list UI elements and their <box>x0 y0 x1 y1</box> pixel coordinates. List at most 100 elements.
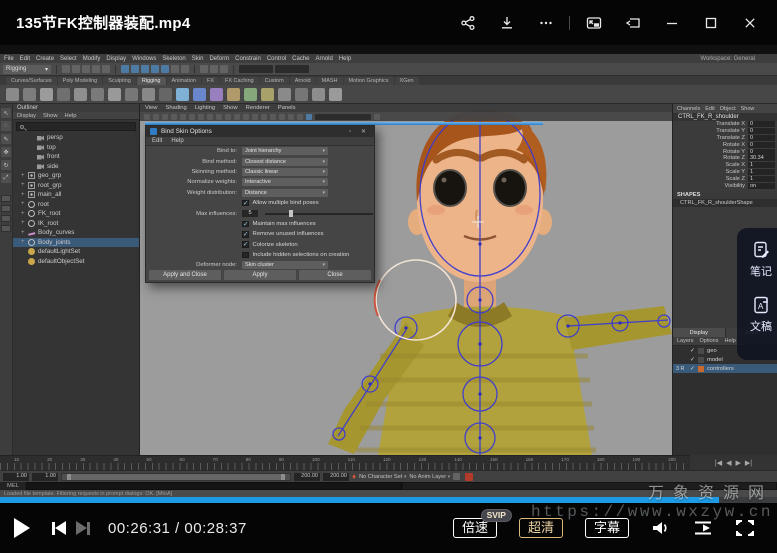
lasso-tool-icon: ◌ <box>1 121 11 131</box>
apply-and-close-button: Apply and Close <box>149 270 221 280</box>
shelf-icon <box>329 88 342 101</box>
layer-editor-menu-item: Help <box>724 338 735 344</box>
frame-tick-label: 20 <box>47 457 52 462</box>
channel-row: Rotate Z 30.34 <box>673 155 777 162</box>
dialog-menu-item: Edit <box>152 138 162 144</box>
shelf-icon <box>227 88 240 101</box>
viewport-icon <box>279 114 285 120</box>
node-type-icon <box>37 153 44 160</box>
slider-value-field: 5 <box>242 210 258 217</box>
playlist-icon[interactable] <box>693 519 713 537</box>
layer-color-swatch <box>698 366 704 372</box>
shelf-icon <box>74 88 87 101</box>
paint-select-tool-icon: ✎ <box>1 134 11 144</box>
frame-tick-label: 140 <box>454 457 462 462</box>
fullscreen-icon[interactable] <box>735 519 755 537</box>
shelf-icon <box>6 88 19 101</box>
rotate-tool-icon: ↻ <box>1 160 11 170</box>
maya-menu-item: Windows <box>132 56 156 62</box>
anim-start-field: 1.00 <box>3 473 29 481</box>
shelf-icon <box>176 88 189 101</box>
outliner-menus: DisplayShowHelp <box>13 112 139 120</box>
play-button[interactable] <box>14 518 30 538</box>
picture-in-picture-icon[interactable] <box>574 6 613 40</box>
minimize-icon[interactable] <box>652 6 691 40</box>
next-episode-button[interactable] <box>76 521 90 535</box>
download-icon[interactable] <box>487 6 526 40</box>
open-scene-icon <box>72 65 80 73</box>
volume-icon[interactable] <box>651 519 671 537</box>
maximize-icon[interactable] <box>691 6 730 40</box>
dialog-select-row: Weight distribution: Distance▾ <box>146 188 374 198</box>
mini-window-icon[interactable] <box>613 6 652 40</box>
more-options-icon[interactable] <box>526 6 565 40</box>
notes-button[interactable]: 笔记 <box>750 240 772 279</box>
side-tool-panel: 笔记 A 文稿 <box>737 228 777 360</box>
menu-set-dropdown: Rigging▾ <box>3 65 51 74</box>
viewport-icon-active <box>306 114 312 120</box>
viewport-icon <box>153 114 159 120</box>
dialog-select-rows: Bind to: Joint hierarchy▾ Bind method: C… <box>146 146 374 198</box>
layout-single-icon <box>1 195 11 202</box>
history-icon <box>171 65 179 73</box>
maya-menu-item: Cache <box>292 56 309 62</box>
transcript-button[interactable]: A 文稿 <box>750 295 772 334</box>
viewport-menu-item: Lighting <box>195 105 215 111</box>
maya-status-line: Rigging▾ <box>0 63 777 76</box>
outliner-menu-item: Show <box>43 113 58 119</box>
previous-episode-button[interactable] <box>52 521 66 535</box>
dialog-checkbox-row: Colorize skeleton <box>146 240 374 250</box>
shelf-icon <box>312 88 325 101</box>
shelf-tab: FX <box>202 77 219 85</box>
go-to-end-icon: ▶| <box>745 459 752 467</box>
viewport-icon <box>189 114 195 120</box>
outliner-menu-item: Help <box>65 113 77 119</box>
node-type-icon <box>37 134 44 141</box>
channel-box-menu-item: Object <box>720 106 736 112</box>
dialog-select-row: Skinning method: Classic linear▾ <box>146 167 374 177</box>
selected-object-name: CTRL_FK_R_shoulder <box>673 113 777 121</box>
node-type-icon <box>28 210 35 217</box>
viewport-icon <box>144 114 150 120</box>
maya-menu-item: Create <box>36 56 54 62</box>
close-icon[interactable] <box>730 6 769 40</box>
shelf-icon <box>125 88 138 101</box>
scale-tool-icon: ⤢ <box>1 173 11 183</box>
time-slider: 1020304050607080901001101201301401501601… <box>0 455 690 470</box>
quality-button[interactable]: 超清 <box>519 518 563 538</box>
shelf-icon <box>23 88 36 101</box>
maya-menu-item: Edit <box>20 56 30 62</box>
maya-menu-item: Display <box>106 56 126 62</box>
shelf-tabs: Curves/SurfacesPoly ModelingSculptingRig… <box>0 76 777 85</box>
save-scene-icon <box>82 65 90 73</box>
frame-tick-label: 60 <box>180 457 185 462</box>
playback-speed-button[interactable]: 倍速 SVIP <box>453 518 497 538</box>
play-forward-icon: ▶ <box>736 459 741 467</box>
outliner-item: top <box>13 143 139 153</box>
shelf-icon <box>142 88 155 101</box>
dialog-check-rows-top: Allow multiple bind poses <box>146 198 374 208</box>
frame-tick-label: 30 <box>80 457 85 462</box>
playback-end-field: 200.00 <box>294 473 320 481</box>
checkbox <box>242 241 249 248</box>
maya-menu-item: Skeleton <box>162 56 185 62</box>
ipr-render-icon <box>210 65 218 73</box>
subtitles-button[interactable]: 字幕 <box>585 518 629 538</box>
outliner-item: Body_curves <box>13 228 139 238</box>
outliner-panel: Outliner DisplayShowHelp persp <box>13 104 140 455</box>
shelf-tab: Arnold <box>290 77 316 85</box>
dialog-menubar: EditHelp <box>146 137 374 146</box>
video-frame[interactable]: FileEditCreateSelectModifyDisplayWindows… <box>0 45 777 497</box>
selection-field <box>239 65 273 73</box>
viewport-icon <box>261 114 267 120</box>
channel-row: Translate Z 0 <box>673 135 777 142</box>
channel-row: Scale X 1 <box>673 162 777 169</box>
viewport-icon <box>225 114 231 120</box>
channel-box-menu-item: Show <box>741 106 755 112</box>
node-type-icon <box>37 163 44 170</box>
share-icon[interactable] <box>448 6 487 40</box>
checkbox <box>242 252 249 259</box>
bind-skin-options-dialog: Bind Skin Options ▫ ✕ EditHelp Bind to: … <box>145 125 375 283</box>
step-back-icon: ◀ <box>726 459 731 467</box>
shelf-icon <box>261 88 274 101</box>
